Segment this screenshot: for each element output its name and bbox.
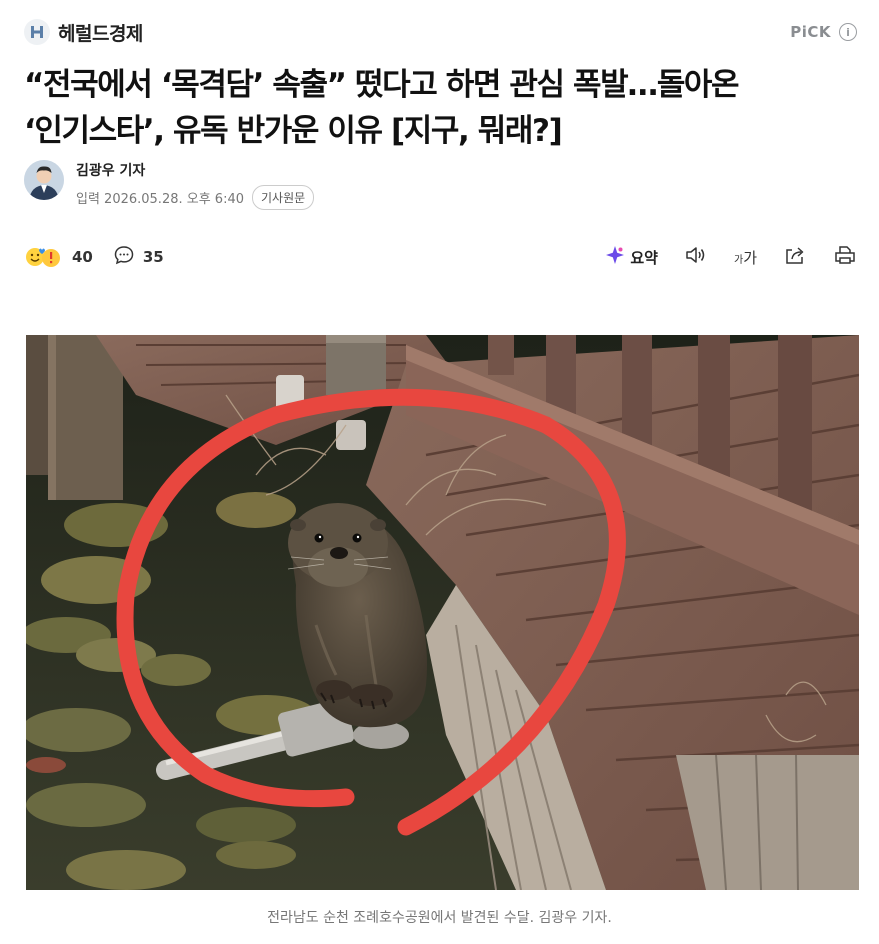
share-icon[interactable] (783, 244, 807, 270)
brand-name: 헤럴드경제 (58, 22, 143, 45)
byline-text: 김광우 기자 입력 2026.05.28. 오후 6:40 기사원문 (76, 160, 315, 210)
original-article-button[interactable]: 기사원문 (252, 185, 315, 210)
font-size-button[interactable]: 가 가 (734, 247, 757, 268)
reactions-button[interactable]: 40 (24, 245, 93, 269)
byline: 김광우 기자 입력 2026.05.28. 오후 6:40 기사원문 (24, 160, 315, 210)
pick-label: PiCK (790, 23, 831, 41)
font-small-label: 가 (733, 254, 744, 266)
article-photo[interactable] (26, 335, 859, 890)
photo-caption: 전라남도 순천 조례호수공원에서 발견된 수달. 김광우 기자. (267, 910, 612, 926)
top-bar: 헤럴드경제 PiCK i (24, 16, 857, 48)
summary-button[interactable]: 요약 (604, 244, 658, 270)
author-name[interactable]: 김광우 기자 (76, 160, 314, 180)
sparkle-icon (604, 244, 626, 270)
left-actions: 40 35 (24, 244, 164, 270)
action-bar: 40 35 요약 가 가 (24, 242, 857, 272)
headline-line-1: “전국에서 ‘목격담’ 속출” 떴다고 하면 관심 폭발…돌아온 (24, 67, 740, 103)
summary-label: 요약 (630, 248, 658, 267)
print-icon[interactable] (833, 244, 857, 270)
right-actions: 요약 가 가 (604, 244, 857, 270)
herald-logo-icon (24, 19, 50, 45)
author-avatar[interactable] (24, 160, 64, 200)
headline-line-2: ‘인기스타’, 유독 반가운 이유 [지구, 뭐래?] (24, 113, 563, 149)
reaction-emoji-icon (24, 245, 64, 269)
comments-button[interactable]: 35 (113, 244, 164, 270)
brand[interactable]: 헤럴드경제 (24, 19, 143, 46)
comments-count: 35 (142, 248, 164, 266)
pick-area: PiCK i (790, 23, 857, 41)
font-large-label: 가 (743, 248, 757, 267)
speaker-icon[interactable] (684, 244, 708, 270)
info-icon[interactable]: i (839, 23, 857, 41)
reactions-count: 40 (72, 248, 93, 266)
publish-date: 입력 2026.05.28. 오후 6:40 (76, 192, 244, 207)
headline: “전국에서 ‘목격담’ 속출” 떴다고 하면 관심 폭발…돌아온 ‘인기스타’,… (24, 62, 859, 154)
comment-icon (113, 244, 135, 270)
meta-row: 입력 2026.05.28. 오후 6:40 기사원문 (76, 185, 315, 210)
